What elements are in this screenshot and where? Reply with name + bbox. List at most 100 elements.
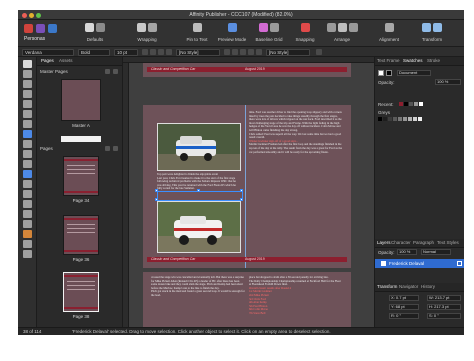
- next-spread-column-left[interactable]: crossed the stage win was cancelled and …: [151, 276, 245, 327]
- tab-swatches[interactable]: Swatches: [403, 58, 423, 63]
- stroke-color-well[interactable]: [386, 70, 392, 76]
- grey-swatch-5[interactable]: [398, 117, 402, 121]
- tab-text-styles[interactable]: Text Styles: [437, 240, 459, 245]
- snapping-button[interactable]: Snapping: [286, 22, 324, 44]
- master-options-icon[interactable]: [113, 69, 118, 74]
- pin-to-text-button[interactable]: Pin to Text: [178, 22, 216, 44]
- shape-tool-icon[interactable]: [23, 160, 32, 168]
- next-spread-column-right[interactable]: place but dropped to sixth after a 30-se…: [249, 276, 343, 327]
- current-spread[interactable]: Top pair were delighted to finish the en…: [143, 105, 351, 268]
- grey-swatch-1[interactable]: [378, 117, 382, 121]
- arrange-button[interactable]: Arrange: [323, 22, 361, 44]
- grey-swatch-7[interactable]: [408, 117, 412, 121]
- crop-tool-icon[interactable]: [23, 230, 32, 238]
- preview-mode-button[interactable]: Preview Mode: [213, 22, 251, 44]
- photo-persona-icon[interactable]: [36, 24, 45, 33]
- pages-header[interactable]: Pages: [40, 146, 53, 151]
- rally-photo-top[interactable]: [157, 123, 241, 171]
- transform-y-field[interactable]: Y: 68 pt: [389, 304, 419, 310]
- master-rename-field[interactable]: [61, 136, 101, 142]
- text-frame-icon[interactable]: [316, 49, 322, 55]
- selection-handle-tr[interactable]: [240, 189, 243, 192]
- article-column-right[interactable]: time. Ford was another driver to find th…: [249, 111, 343, 259]
- grey-swatch-3[interactable]: [388, 117, 392, 121]
- selection-box[interactable]: [157, 191, 243, 201]
- grey-swatch-6[interactable]: [403, 117, 407, 121]
- align-center-icon[interactable]: [232, 49, 238, 55]
- transform-rotation-field[interactable]: R: 0 °: [389, 313, 419, 319]
- pencil-tool-icon[interactable]: [23, 110, 32, 118]
- baseline-grid-button[interactable]: Baseline Grid: [250, 22, 288, 44]
- table-tool-icon[interactable]: [23, 90, 32, 98]
- add-master-icon[interactable]: [105, 69, 110, 74]
- palette-select[interactable]: Document: [397, 70, 431, 76]
- tab-stroke[interactable]: Stroke: [427, 58, 440, 63]
- tab-pages[interactable]: Pages: [41, 58, 54, 63]
- page-38-thumbnail[interactable]: [63, 272, 99, 312]
- tab-transform[interactable]: Transform: [377, 284, 397, 289]
- vector-crop-tool-icon[interactable]: [23, 240, 32, 248]
- tab-layers[interactable]: Layers: [377, 240, 391, 245]
- transform-button[interactable]: Transform: [413, 22, 451, 44]
- alignment-button[interactable]: Alignment: [370, 22, 408, 44]
- opacity-field[interactable]: 100 %: [435, 79, 461, 85]
- bold-icon[interactable]: [142, 49, 148, 55]
- selection-handle-br[interactable]: [240, 198, 243, 201]
- page-options-icon[interactable]: [113, 146, 118, 151]
- recent-swatch-grey[interactable]: [409, 102, 413, 106]
- layer-row-selected[interactable]: Frederick Delaval: [375, 259, 464, 268]
- transform-w-field[interactable]: W: 213.7 pt: [427, 295, 461, 301]
- layer-visibility-checkbox[interactable]: [457, 261, 462, 266]
- fill-color-well[interactable]: [378, 70, 384, 76]
- underline-icon[interactable]: [158, 49, 164, 55]
- blend-mode-select[interactable]: Normal: [421, 249, 451, 255]
- place-image-tool-icon[interactable]: [23, 170, 32, 178]
- tab-history[interactable]: History: [421, 284, 435, 289]
- rally-photo-bottom[interactable]: [157, 201, 241, 253]
- previous-spread[interactable]: Classic and Competition Car August 2019: [143, 63, 351, 77]
- selection-handle-tc[interactable]: [197, 189, 200, 192]
- wrapping-button[interactable]: Wrapping: [128, 22, 166, 44]
- layer-opacity-field[interactable]: 100 %: [397, 249, 417, 255]
- zoom-tool-icon[interactable]: [23, 210, 32, 218]
- next-spread[interactable]: crossed the stage win was cancelled and …: [143, 272, 351, 327]
- vertical-ruler[interactable]: [123, 63, 129, 327]
- rectangle-tool-icon[interactable]: [23, 140, 32, 148]
- color-picker-tool-icon[interactable]: [23, 200, 32, 208]
- page-36-thumbnail[interactable]: [63, 215, 99, 255]
- tab-text-frame[interactable]: Text Frame: [377, 58, 400, 63]
- recent-swatch-red[interactable]: [399, 102, 403, 106]
- tab-paragraph[interactable]: Paragraph: [413, 240, 434, 245]
- artistic-text-tool-icon[interactable]: [23, 120, 32, 128]
- tab-navigator[interactable]: Navigator: [399, 284, 418, 289]
- move-tool-icon[interactable]: [23, 60, 32, 68]
- node-tool-icon[interactable]: [23, 70, 32, 78]
- align-right-icon[interactable]: [240, 49, 246, 55]
- tab-character[interactable]: Character: [391, 240, 411, 245]
- justify-icon[interactable]: [248, 49, 254, 55]
- frame-text-tool-icon[interactable]: [23, 80, 32, 88]
- recent-swatch-white[interactable]: [419, 102, 423, 106]
- font-size-field[interactable]: 10 pt: [114, 48, 138, 56]
- selection-handle-bl[interactable]: [155, 198, 158, 201]
- pen-tool-icon[interactable]: [23, 100, 32, 108]
- text-color-icon[interactable]: [166, 49, 172, 55]
- publisher-persona-icon[interactable]: [24, 24, 33, 33]
- selection-handle-tl[interactable]: [155, 189, 158, 192]
- defaults-button[interactable]: Defaults: [76, 22, 114, 44]
- font-weight-select[interactable]: Bold: [78, 48, 110, 56]
- document-canvas[interactable]: Classic and Competition Car August 2019 …: [123, 57, 374, 327]
- italic-icon[interactable]: [150, 49, 156, 55]
- hand-tool-icon[interactable]: [23, 250, 32, 258]
- grey-swatch-8[interactable]: [413, 117, 417, 121]
- align-left-icon[interactable]: [224, 49, 230, 55]
- grey-swatch-2[interactable]: [383, 117, 387, 121]
- transform-shear-field[interactable]: S: 0 °: [427, 313, 461, 319]
- picture-frame-tool-icon[interactable]: [23, 130, 32, 138]
- grey-swatch-9[interactable]: [418, 117, 422, 121]
- transparency-tool-icon[interactable]: [23, 190, 32, 198]
- view-tool-icon[interactable]: [23, 220, 32, 228]
- page-indicator[interactable]: 38 of 114: [23, 329, 41, 334]
- paragraph-style-select[interactable]: [No Style]: [266, 48, 310, 56]
- bullets-icon[interactable]: [256, 49, 262, 55]
